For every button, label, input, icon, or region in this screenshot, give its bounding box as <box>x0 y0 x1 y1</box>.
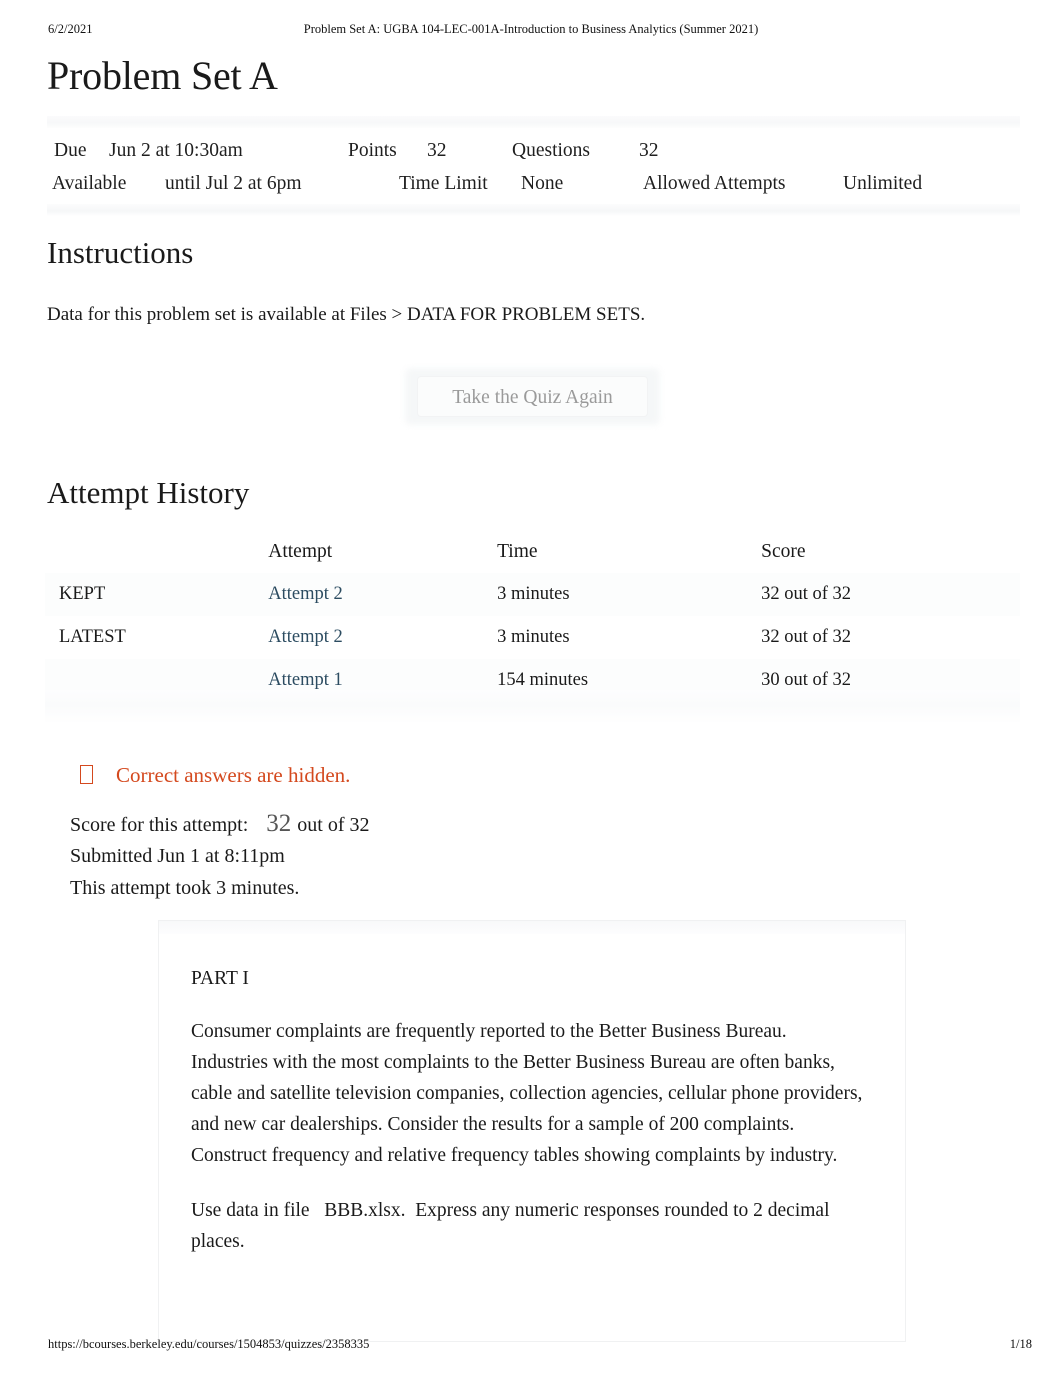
quiz-meta-band: Due Jun 2 at 10:30am Points 32 Questions… <box>47 116 1020 216</box>
attempt-score: 32 out of 32 <box>761 584 852 604</box>
question-card-body: PART I Consumer complaints are frequentl… <box>191 963 867 1281</box>
attempt-link[interactable]: Attempt 2 <box>268 627 343 647</box>
print-document-title: Problem Set A: UGBA 104-LEC-001A-Introdu… <box>303 22 759 36</box>
attempt-history-table: Attempt Time Score KEPT Attempt 2 3 minu… <box>45 530 1020 702</box>
page-title: Problem Set A <box>47 53 278 98</box>
questions-label: Questions <box>512 140 590 161</box>
print-page-number: 1/18 <box>1009 1337 1032 1351</box>
submitted-timestamp: Submitted Jun 1 at 8:11pm <box>70 845 285 867</box>
question-card-header <box>159 921 905 934</box>
meta-band-top-rule <box>47 116 1020 128</box>
attempt-kept-badge: KEPT <box>59 584 106 604</box>
attempt-history-header-row: Attempt Time Score <box>45 530 1020 573</box>
table-row: LATEST Attempt 2 3 minutes 32 out of 32 <box>45 616 1020 659</box>
quiz-meta-row-2: Available until Jul 2 at 6pm Time Limit … <box>47 167 1020 200</box>
attempt-history-body: KEPT Attempt 2 3 minutes 32 out of 32 LA… <box>45 573 1020 702</box>
allowed-attempts-value: Unlimited <box>843 173 923 194</box>
print-header: 6/2/2021 Problem Set A: UGBA 104-LEC-001… <box>0 22 1062 42</box>
print-footer: https://bcourses.berkeley.edu/courses/15… <box>0 1337 1062 1355</box>
column-header-score: Score <box>761 540 806 562</box>
available-value: until Jul 2 at 6pm <box>165 173 302 194</box>
quiz-meta-row-1: Due Jun 2 at 10:30am Points 32 Questions… <box>47 134 1020 167</box>
score-label: Score for this attempt: <box>70 814 249 836</box>
instructions-body: Data for this problem set is available a… <box>47 304 646 325</box>
score-value: 32 <box>266 810 292 837</box>
score-out-of: out of 32 <box>297 814 370 836</box>
due-label: Due <box>54 140 87 161</box>
allowed-attempts-label: Allowed Attempts <box>643 173 786 194</box>
attempt-history-heading: Attempt History <box>47 475 250 510</box>
attempt-time: 3 minutes <box>497 584 570 604</box>
question-paragraph-2: Use data in file BBB.xlsx. Express any n… <box>191 1200 835 1252</box>
points-value: 32 <box>427 140 447 161</box>
attempt-link[interactable]: Attempt 2 <box>268 584 343 604</box>
retake-quiz-container: Take the Quiz Again <box>405 368 660 425</box>
attempt-link[interactable]: Attempt 1 <box>268 670 343 690</box>
score-for-this-attempt-line: Score for this attempt: 32 out of 32 <box>70 808 370 840</box>
correct-answers-hidden-notice: Correct answers are hidden. <box>80 760 350 790</box>
time-limit-value: None <box>521 173 564 194</box>
attempt-score: 32 out of 32 <box>761 627 852 647</box>
warning-icon <box>80 765 93 784</box>
meta-band-bottom-rule <box>47 204 1020 216</box>
column-header-time: Time <box>497 540 538 562</box>
notice-text: Correct answers are hidden. <box>116 763 351 787</box>
question-paragraph-1: Consumer complaints are frequently repor… <box>191 1021 868 1166</box>
question-card: PART I Consumer complaints are frequentl… <box>158 920 906 1342</box>
quiz-meta-rows: Due Jun 2 at 10:30am Points 32 Questions… <box>47 128 1020 204</box>
table-row: KEPT Attempt 2 3 minutes 32 out of 32 <box>45 573 1020 616</box>
instructions-heading: Instructions <box>47 235 194 270</box>
attempt-time: 3 minutes <box>497 627 570 647</box>
attempt-history-head: Attempt Time Score <box>45 530 1020 573</box>
questions-value: 32 <box>639 140 659 161</box>
due-value: Jun 2 at 10:30am <box>109 140 243 161</box>
points-label: Points <box>348 140 397 161</box>
attempt-latest-badge: LATEST <box>59 627 126 647</box>
column-header-kind <box>45 530 268 573</box>
attempt-result-summary: Score for this attempt: 32 out of 32 Submi… <box>70 808 370 904</box>
attempt-history-footer-band <box>45 690 1020 724</box>
available-label: Available <box>52 173 127 194</box>
print-page: 6/2/2021 Problem Set A: UGBA 104-LEC-001… <box>0 0 1062 1377</box>
attempt-duration: This attempt took 3 minutes. <box>70 877 300 899</box>
question-part-label: PART I <box>191 968 249 989</box>
time-limit-label: Time Limit <box>399 173 488 194</box>
column-header-attempt: Attempt <box>268 540 333 562</box>
print-source-url: https://bcourses.berkeley.edu/courses/15… <box>48 1337 370 1351</box>
take-the-quiz-again-button[interactable]: Take the Quiz Again <box>417 376 648 417</box>
